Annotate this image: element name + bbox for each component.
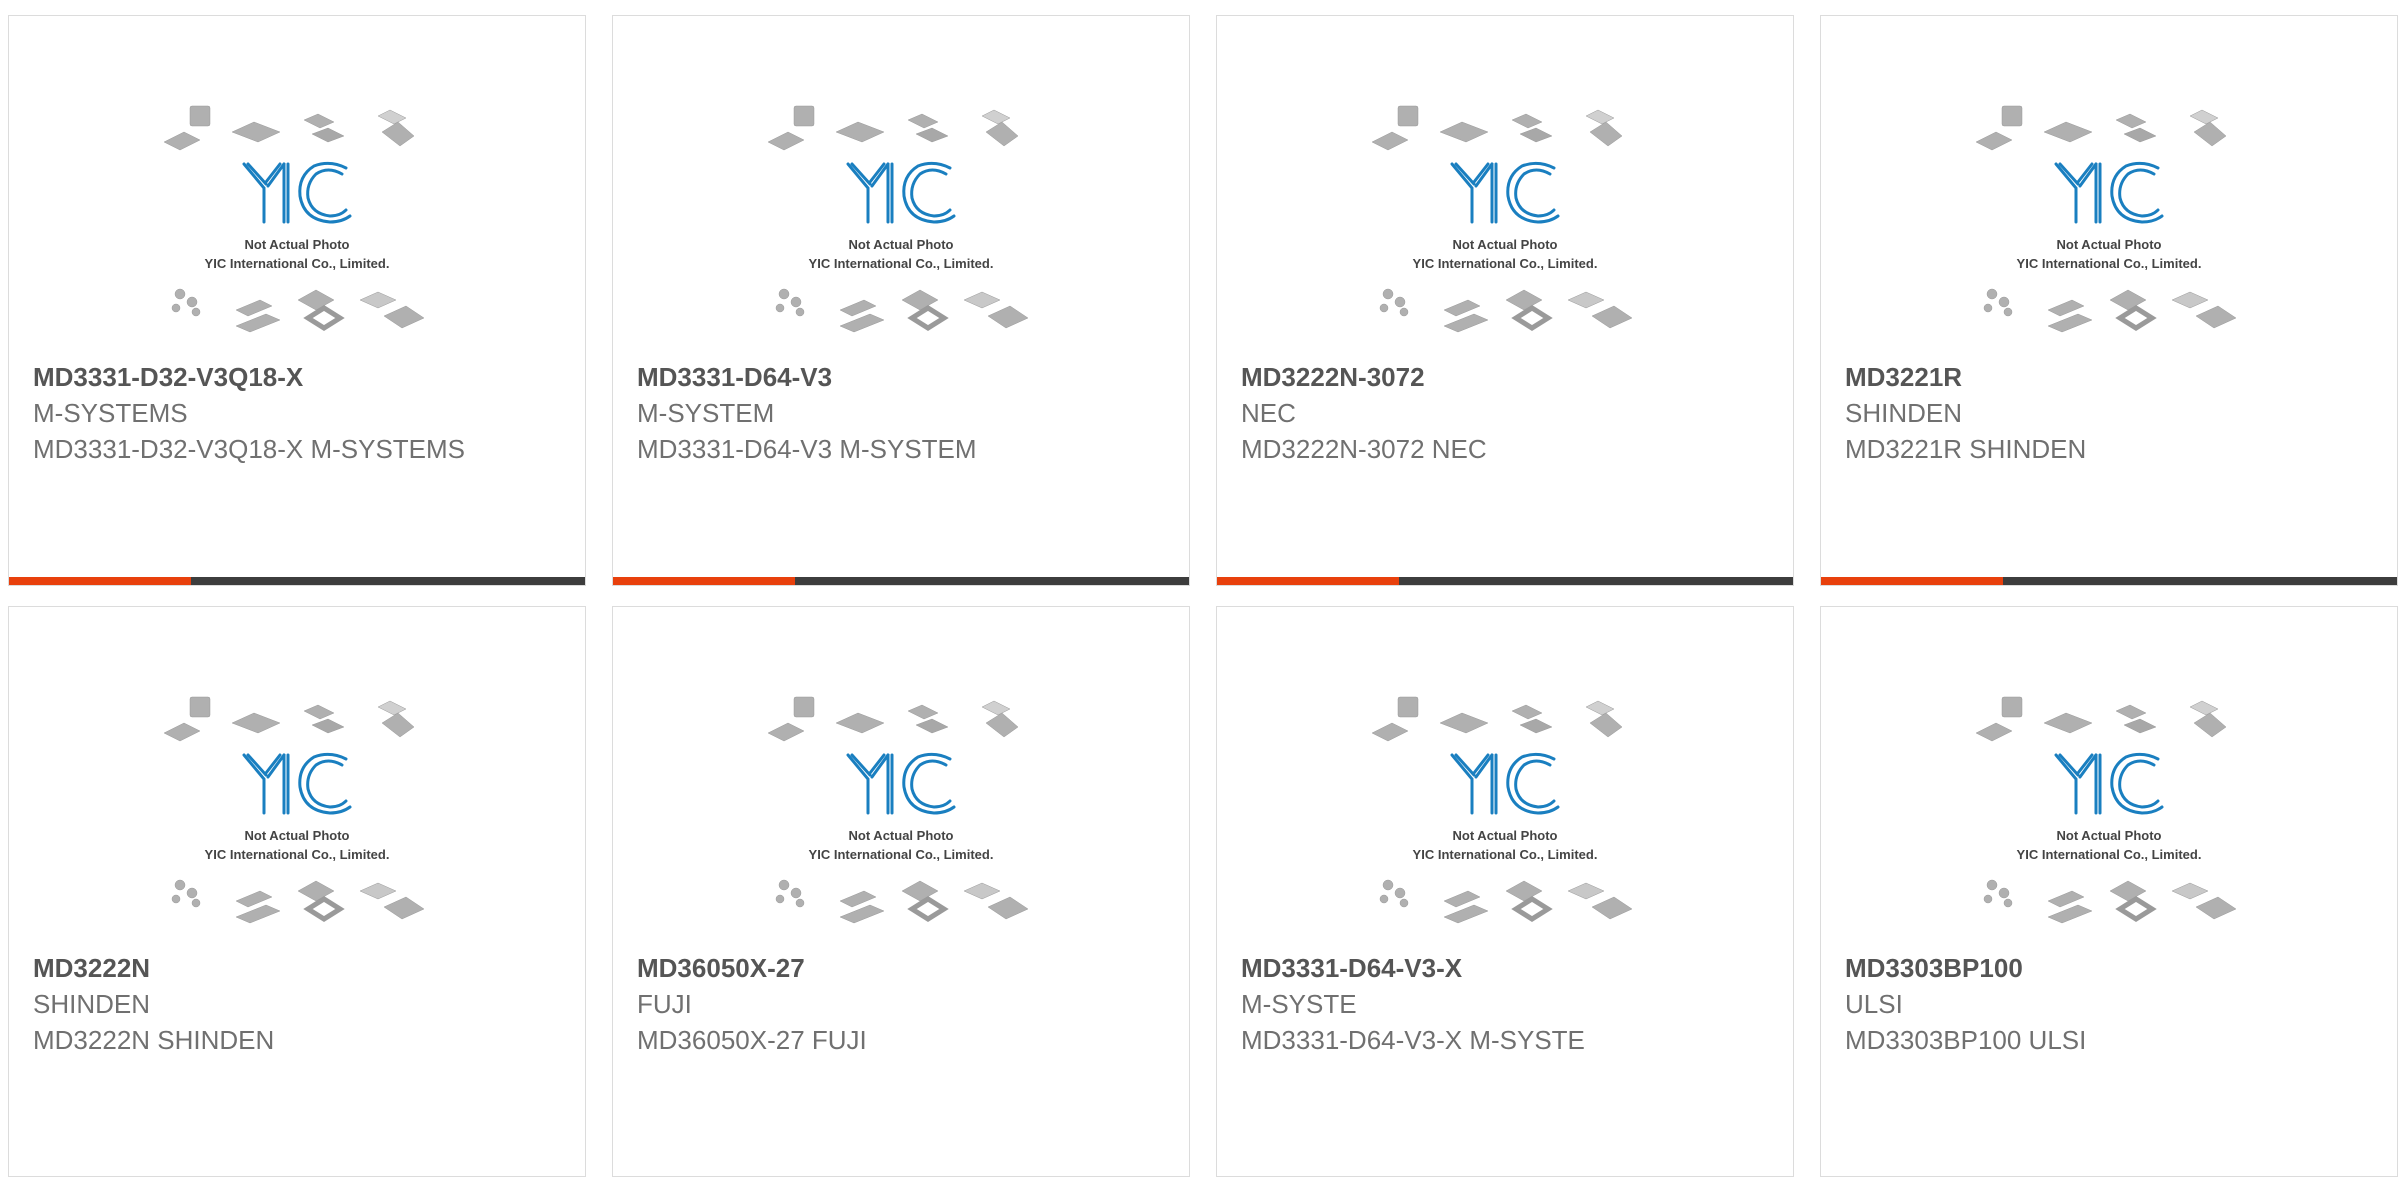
part-number-link[interactable]: MD3303BP100 <box>1845 950 2373 986</box>
manufacturer-label: FUJI <box>637 989 692 1019</box>
product-card-6[interactable]: Not Actual Photo YIC International Co., … <box>612 606 1190 1177</box>
product-info: MD3222N SHINDEN MD3222N SHINDEN <box>33 950 561 1058</box>
not-actual-photo-image: Not Actual Photo YIC International Co., … <box>1975 696 2237 924</box>
card-hover-bar <box>1821 577 2397 585</box>
product-info: MD36050X-27 FUJI MD36050X-27 FUJI <box>637 950 1165 1058</box>
yic-logo-icon <box>1450 161 1560 224</box>
chip-icons-bottom <box>171 879 425 924</box>
yic-logo-icon <box>2054 752 2164 815</box>
yic-logo-icon <box>1450 752 1560 815</box>
product-description: MD3221R SHINDEN <box>1845 434 2087 464</box>
not-actual-photo-image: Not Actual Photo YIC International Co., … <box>163 105 425 333</box>
card-hover-bar-accent <box>1217 577 1399 585</box>
part-number-link[interactable]: MD36050X-27 <box>637 950 1165 986</box>
manufacturer-label: ULSI <box>1845 989 1903 1019</box>
product-grid: Not Actual Photo YIC International Co., … <box>8 15 2398 1177</box>
not-actual-photo-image: Not Actual Photo YIC International Co., … <box>1371 696 1633 924</box>
product-info: MD3222N-3072 NEC MD3222N-3072 NEC <box>1241 359 1769 467</box>
placeholder-line1: Not Actual Photo <box>1453 828 1558 843</box>
product-description: MD36050X-27 FUJI <box>637 1025 867 1055</box>
chip-icons-bottom <box>171 288 425 333</box>
card-hover-bar <box>9 577 585 585</box>
placeholder-line1: Not Actual Photo <box>849 828 954 843</box>
manufacturer-label: M-SYSTEM <box>637 398 775 428</box>
part-number-link[interactable]: MD3331-D32-V3Q18-X <box>33 359 561 395</box>
chip-icons-top <box>1975 105 2227 151</box>
placeholder-line1: Not Actual Photo <box>245 828 350 843</box>
placeholder-line1: Not Actual Photo <box>245 237 350 252</box>
part-number-link[interactable]: MD3222N <box>33 950 561 986</box>
product-card-8[interactable]: Not Actual Photo YIC International Co., … <box>1820 606 2398 1177</box>
not-actual-photo-image: Not Actual Photo YIC International Co., … <box>767 696 1029 924</box>
product-description: MD3331-D64-V3-X M-SYSTE <box>1241 1025 1585 1055</box>
product-card-4[interactable]: Not Actual Photo YIC International Co., … <box>1820 15 2398 586</box>
part-number-link[interactable]: MD3222N-3072 <box>1241 359 1769 395</box>
product-info: MD3303BP100 ULSI MD3303BP100 ULSI <box>1845 950 2373 1058</box>
chip-icons-top <box>1975 696 2227 742</box>
product-info: MD3331-D64-V3-X M-SYSTE MD3331-D64-V3-X … <box>1241 950 1769 1058</box>
product-card-7[interactable]: Not Actual Photo YIC International Co., … <box>1216 606 1794 1177</box>
yic-logo-icon <box>846 752 956 815</box>
placeholder-line1: Not Actual Photo <box>2057 828 2162 843</box>
chip-icons-top <box>1371 105 1623 151</box>
not-actual-photo-image: Not Actual Photo YIC International Co., … <box>1371 105 1633 333</box>
chip-icons-top <box>767 105 1019 151</box>
yic-logo-icon <box>846 161 956 224</box>
placeholder-line2: YIC International Co., Limited. <box>2017 256 2202 271</box>
placeholder-line2: YIC International Co., Limited. <box>1413 847 1598 862</box>
product-card-1[interactable]: Not Actual Photo YIC International Co., … <box>8 15 586 586</box>
card-hover-bar-accent <box>1821 577 2003 585</box>
placeholder-line2: YIC International Co., Limited. <box>205 256 390 271</box>
product-card-3[interactable]: Not Actual Photo YIC International Co., … <box>1216 15 1794 586</box>
not-actual-photo-image: Not Actual Photo YIC International Co., … <box>767 105 1029 333</box>
placeholder-line2: YIC International Co., Limited. <box>205 847 390 862</box>
product-info: MD3331-D64-V3 M-SYSTEM MD3331-D64-V3 M-S… <box>637 359 1165 467</box>
product-description: MD3331-D64-V3 M-SYSTEM <box>637 434 977 464</box>
not-actual-photo-image: Not Actual Photo YIC International Co., … <box>1975 105 2237 333</box>
manufacturer-label: NEC <box>1241 398 1296 428</box>
placeholder-line2: YIC International Co., Limited. <box>1413 256 1598 271</box>
chip-icons-top <box>767 696 1019 742</box>
placeholder-line2: YIC International Co., Limited. <box>809 256 994 271</box>
manufacturer-label: SHINDEN <box>1845 398 1963 428</box>
manufacturer-label: M-SYSTEMS <box>33 398 188 428</box>
card-hover-bar <box>1217 577 1793 585</box>
chip-icons-bottom <box>1379 288 1633 333</box>
manufacturer-label: M-SYSTE <box>1241 989 1357 1019</box>
product-card-2[interactable]: Not Actual Photo YIC International Co., … <box>612 15 1190 586</box>
card-hover-bar <box>613 577 1189 585</box>
card-hover-bar-accent <box>9 577 191 585</box>
chip-icons-bottom <box>1983 288 2237 333</box>
placeholder-line1: Not Actual Photo <box>2057 237 2162 252</box>
chip-icons-bottom <box>775 879 1029 924</box>
product-card-5[interactable]: Not Actual Photo YIC International Co., … <box>8 606 586 1177</box>
placeholder-line1: Not Actual Photo <box>849 237 954 252</box>
yic-logo-icon <box>2054 161 2164 224</box>
part-number-link[interactable]: MD3331-D64-V3-X <box>1241 950 1769 986</box>
product-description: MD3303BP100 ULSI <box>1845 1025 2087 1055</box>
product-info: MD3331-D32-V3Q18-X M-SYSTEMS MD3331-D32-… <box>33 359 561 467</box>
chip-icons-bottom <box>775 288 1029 333</box>
part-number-link[interactable]: MD3331-D64-V3 <box>637 359 1165 395</box>
not-actual-photo-image: Not Actual Photo YIC International Co., … <box>163 696 425 924</box>
product-info: MD3221R SHINDEN MD3221R SHINDEN <box>1845 359 2373 467</box>
card-hover-bar-accent <box>613 577 795 585</box>
part-number-link[interactable]: MD3221R <box>1845 359 2373 395</box>
chip-icons-bottom <box>1983 879 2237 924</box>
manufacturer-label: SHINDEN <box>33 989 151 1019</box>
placeholder-line1: Not Actual Photo <box>1453 237 1558 252</box>
yic-logo-icon <box>242 752 352 815</box>
product-description: MD3222N-3072 NEC <box>1241 434 1487 464</box>
yic-logo-icon <box>242 161 352 224</box>
chip-icons-bottom <box>1379 879 1633 924</box>
product-description: MD3331-D32-V3Q18-X M-SYSTEMS <box>33 434 466 464</box>
chip-icons-top <box>163 105 415 151</box>
chip-icons-top <box>163 696 415 742</box>
placeholder-line2: YIC International Co., Limited. <box>2017 847 2202 862</box>
chip-icons-top <box>1371 696 1623 742</box>
product-description: MD3222N SHINDEN <box>33 1025 275 1055</box>
placeholder-line2: YIC International Co., Limited. <box>809 847 994 862</box>
